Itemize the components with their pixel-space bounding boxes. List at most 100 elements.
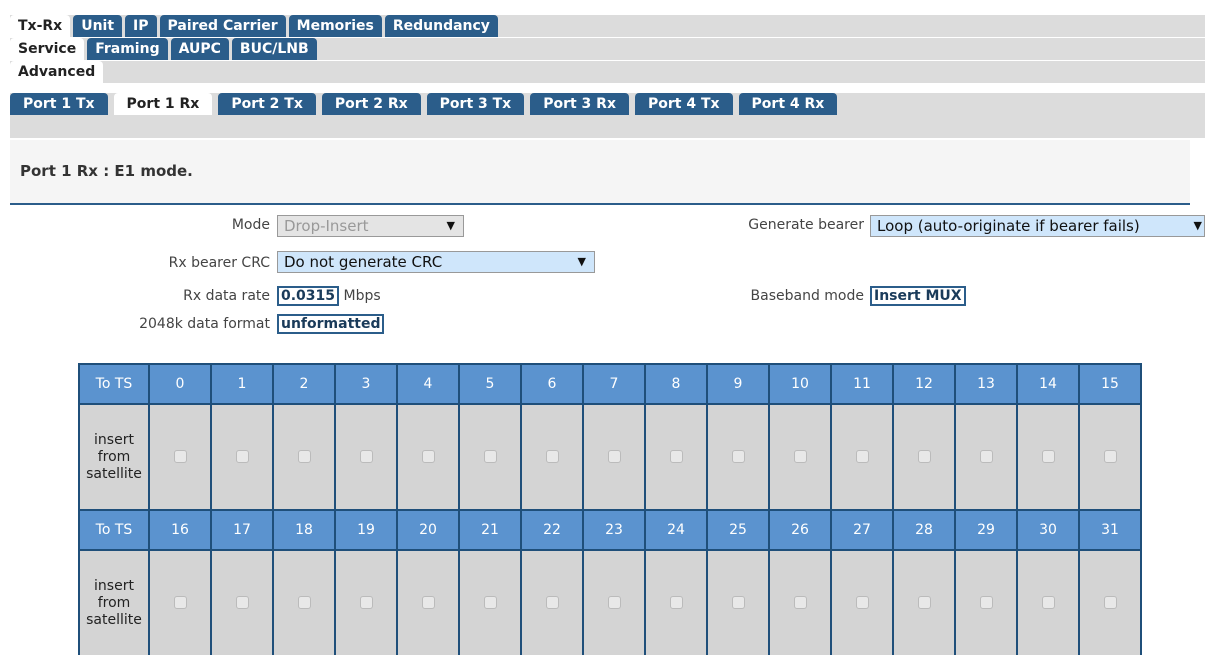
- insert-checkbox-cell: [1078, 403, 1142, 511]
- tab-port-2-rx[interactable]: Port 2 Rx: [321, 93, 421, 115]
- timeslot-number: 13: [954, 363, 1018, 405]
- insert-checkbox[interactable]: [297, 596, 311, 609]
- insert-checkbox-cell: [954, 549, 1018, 655]
- rx-crc-select[interactable]: Do not generate CRC ▼: [277, 251, 595, 273]
- tab-port-1-tx[interactable]: Port 1 Tx: [10, 93, 108, 115]
- insert-checkbox[interactable]: [545, 596, 559, 609]
- tab-redundancy[interactable]: Redundancy: [384, 15, 498, 37]
- chevron-down-icon: ▼: [446, 219, 455, 232]
- chevron-down-icon: ▼: [577, 255, 586, 268]
- tab-paired-carrier[interactable]: Paired Carrier: [159, 15, 286, 37]
- insert-checkbox-cell: [1016, 403, 1080, 511]
- insert-checkbox[interactable]: [669, 450, 683, 463]
- sub-tab-bar: Service Framing AUPC BUC/LNB: [10, 38, 1205, 60]
- timeslot-number: 25: [706, 509, 770, 551]
- rx-crc-label: Rx bearer CRC: [168, 255, 270, 271]
- insert-checkbox[interactable]: [235, 596, 249, 609]
- rx-rate-value: 0.0315: [277, 286, 340, 306]
- tab-ip[interactable]: IP: [125, 15, 157, 37]
- timeslot-number: 0: [148, 363, 212, 405]
- insert-checkbox[interactable]: [917, 450, 931, 463]
- rx-rate-group: 0.0315 Mbps: [277, 286, 381, 306]
- insert-checkbox[interactable]: [1103, 596, 1117, 609]
- format-group: unformatted: [277, 314, 385, 334]
- insert-checkbox[interactable]: [421, 596, 435, 609]
- timeslot-number: 31: [1078, 509, 1142, 551]
- insert-checkbox[interactable]: [669, 596, 683, 609]
- insert-checkbox[interactable]: [607, 450, 621, 463]
- insert-checkbox[interactable]: [793, 450, 807, 463]
- timeslot-number: 1: [210, 363, 274, 405]
- insert-checkbox[interactable]: [1103, 450, 1117, 463]
- mode-select[interactable]: Drop-Insert ▼: [277, 215, 464, 237]
- insert-checkbox[interactable]: [855, 596, 869, 609]
- page-title: Port 1 Rx : E1 mode.: [20, 162, 193, 180]
- insert-checkbox[interactable]: [545, 450, 559, 463]
- insert-checkbox-cell: [954, 403, 1018, 511]
- generate-bearer-label: Generate bearer: [748, 217, 864, 233]
- timeslot-number: 23: [582, 509, 646, 551]
- tab-aupc[interactable]: AUPC: [170, 38, 229, 60]
- format-label: 2048k data format: [139, 316, 270, 332]
- insert-checkbox[interactable]: [793, 596, 807, 609]
- insert-checkbox[interactable]: [979, 596, 993, 609]
- tab-port-1-rx[interactable]: Port 1 Rx: [113, 93, 213, 115]
- tab-port-2-tx[interactable]: Port 2 Tx: [218, 93, 316, 115]
- insert-checkbox[interactable]: [917, 596, 931, 609]
- tab-port-4-tx[interactable]: Port 4 Tx: [634, 93, 733, 115]
- tab-unit[interactable]: Unit: [73, 15, 123, 37]
- insert-checkbox-cell: [582, 549, 646, 655]
- insert-checkbox[interactable]: [731, 450, 745, 463]
- insert-checkbox-cell: [334, 549, 398, 655]
- insert-row: insert from satellite: [78, 549, 1142, 655]
- tab-port-4-rx[interactable]: Port 4 Rx: [738, 93, 838, 115]
- timeslot-number: 24: [644, 509, 708, 551]
- timeslot-number: 5: [458, 363, 522, 405]
- generate-bearer-select[interactable]: Loop (auto-originate if bearer fails) ▼: [870, 215, 1205, 237]
- insert-checkbox[interactable]: [607, 596, 621, 609]
- insert-checkbox[interactable]: [731, 596, 745, 609]
- insert-checkbox-cell: [644, 549, 708, 655]
- tab-advanced[interactable]: Advanced: [10, 61, 104, 83]
- insert-checkbox[interactable]: [483, 596, 497, 609]
- mode-select-value: Drop-Insert: [284, 217, 369, 235]
- timeslot-number: 21: [458, 509, 522, 551]
- rx-crc-select-value: Do not generate CRC: [284, 253, 443, 271]
- insert-checkbox[interactable]: [1041, 596, 1055, 609]
- to-ts-label: To TS: [78, 363, 150, 405]
- insert-checkbox[interactable]: [235, 450, 249, 463]
- timeslot-number: 19: [334, 509, 398, 551]
- insert-checkbox[interactable]: [855, 450, 869, 463]
- tab-tx-rx[interactable]: Tx-Rx: [10, 15, 71, 37]
- tab-memories[interactable]: Memories: [288, 15, 382, 37]
- timeslot-header-row: To TS 0 1 2 3 4 5 6 7 8 9 10 11 12 13 14 15: [78, 363, 1142, 405]
- tab-port-3-rx[interactable]: Port 3 Rx: [530, 93, 629, 115]
- insert-checkbox[interactable]: [483, 450, 497, 463]
- timeslot-number: 3: [334, 363, 398, 405]
- timeslot-number: 8: [644, 363, 708, 405]
- format-value: unformatted: [277, 314, 385, 334]
- insert-checkbox-cell: [272, 403, 336, 511]
- insert-checkbox[interactable]: [173, 450, 187, 463]
- tab-service[interactable]: Service: [10, 38, 85, 60]
- insert-checkbox-cell: [210, 549, 274, 655]
- insert-checkbox[interactable]: [173, 596, 187, 609]
- baseband-group: Insert MUX: [870, 286, 966, 306]
- advanced-tab-bar: Advanced: [10, 61, 1205, 83]
- tab-port-3-tx[interactable]: Port 3 Tx: [426, 93, 525, 115]
- insert-checkbox[interactable]: [421, 450, 435, 463]
- insert-label-line: satellite: [86, 611, 142, 628]
- timeslot-table: To TS 0 1 2 3 4 5 6 7 8 9 10 11 12 13 14 15 insert from sat…: [78, 363, 1142, 655]
- insert-checkbox-cell: [830, 549, 894, 655]
- tab-framing[interactable]: Framing: [87, 38, 168, 60]
- insert-checkbox[interactable]: [297, 450, 311, 463]
- timeslot-number: 10: [768, 363, 832, 405]
- insert-checkbox[interactable]: [359, 450, 373, 463]
- timeslot-number: 27: [830, 509, 894, 551]
- insert-checkbox-cell: [706, 549, 770, 655]
- insert-checkbox-cell: [1016, 549, 1080, 655]
- insert-checkbox[interactable]: [1041, 450, 1055, 463]
- insert-checkbox[interactable]: [979, 450, 993, 463]
- insert-checkbox[interactable]: [359, 596, 373, 609]
- tab-buc-lnb[interactable]: BUC/LNB: [231, 38, 317, 60]
